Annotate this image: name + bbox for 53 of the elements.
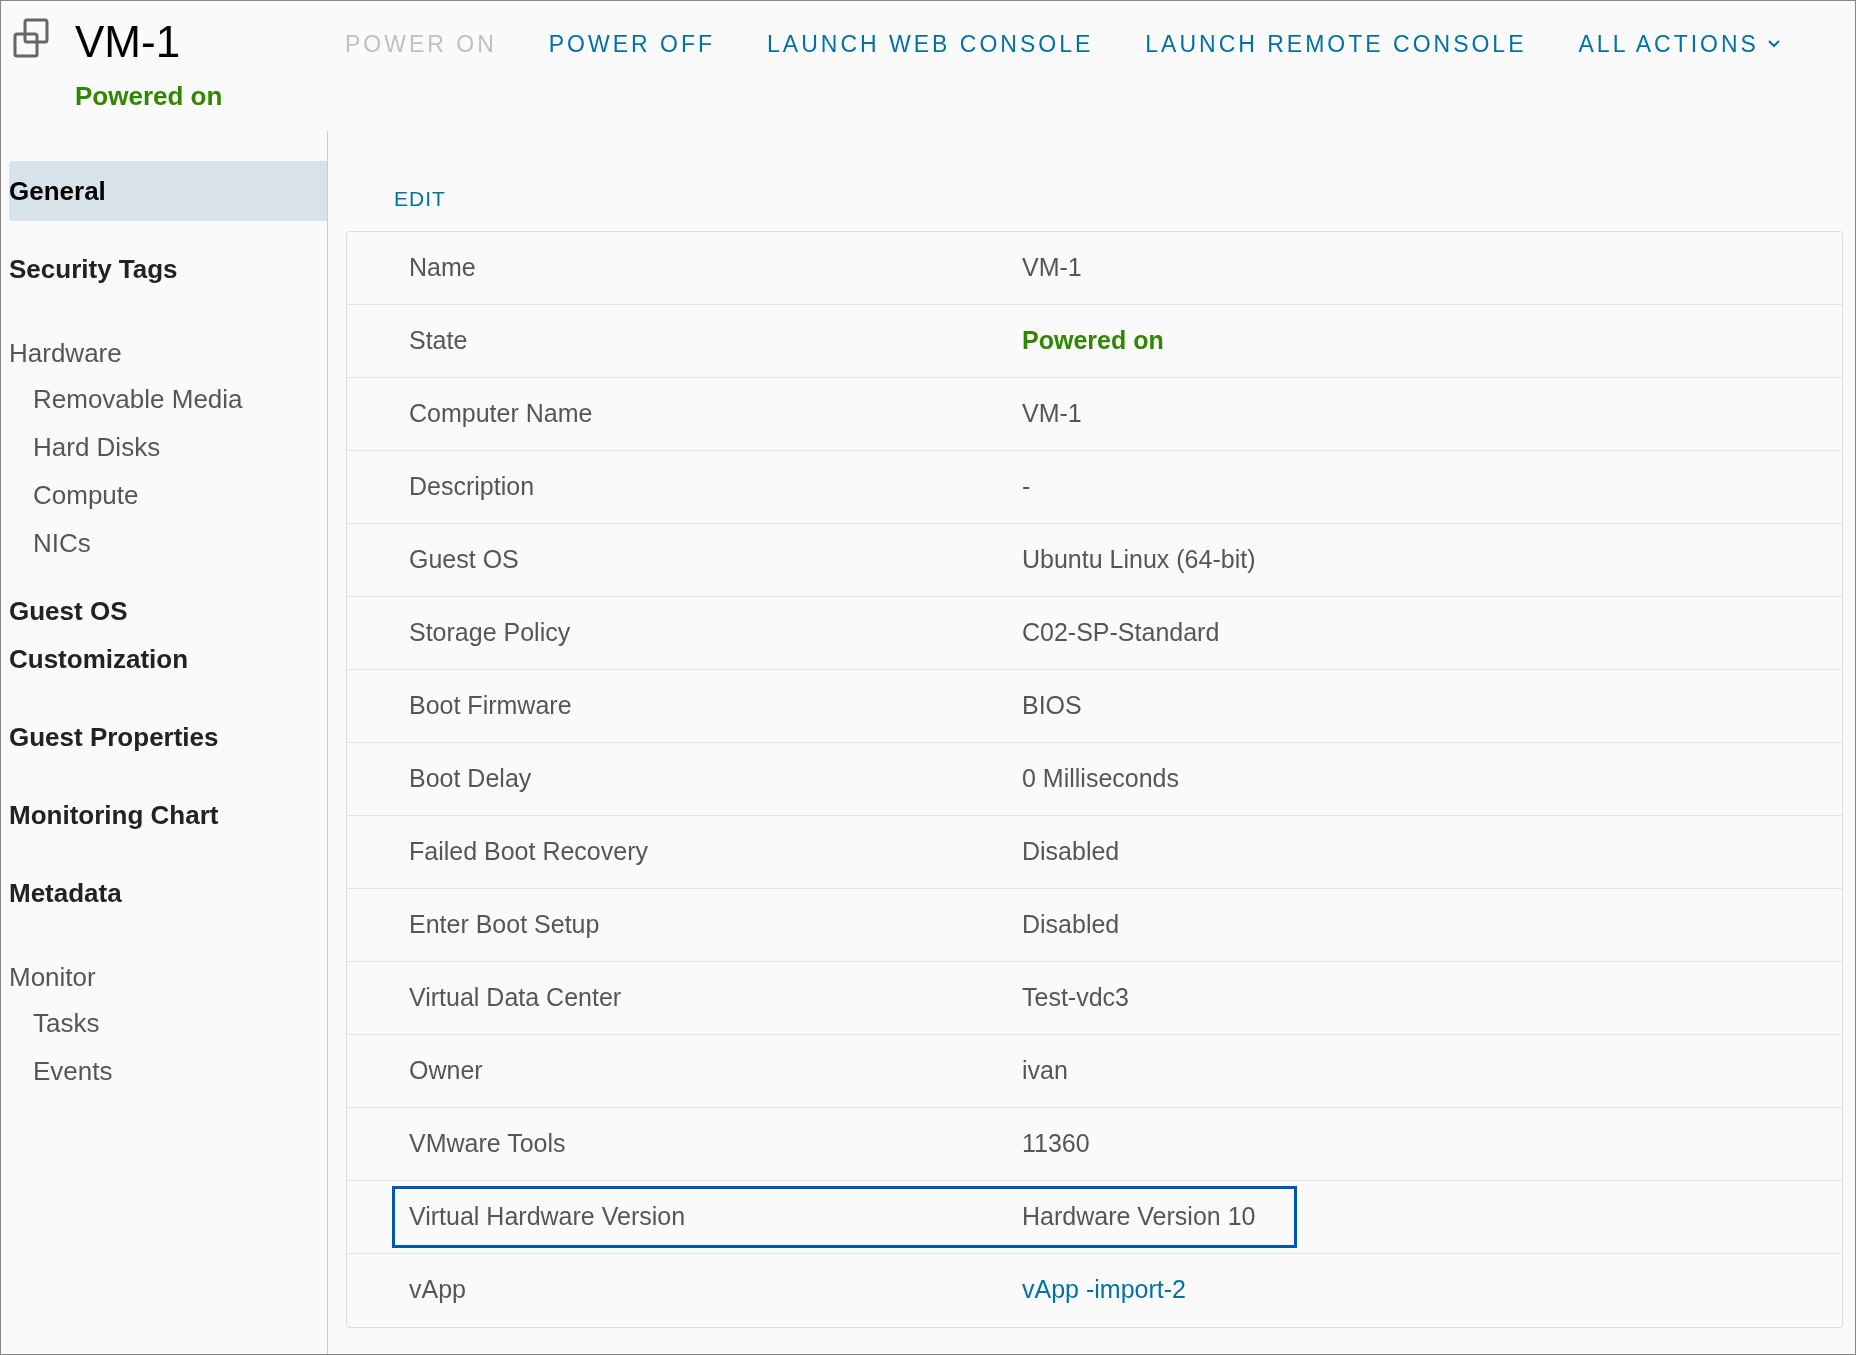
sidebar-item[interactable]: Guest Properties [9,707,327,767]
property-label: VMware Tools [409,1127,567,1159]
property-label: Computer Name [409,397,594,429]
vm-icon [11,17,51,59]
property-label: Enter Boot Setup [409,908,601,940]
sidebar-subitem[interactable]: Removable Media [9,375,327,423]
sidebar-subitem[interactable]: NICs [9,519,327,567]
property-value: BIOS [1022,689,1082,721]
sidebar-item[interactable]: Monitoring Chart [9,785,327,845]
property-value: ivan [1022,1054,1068,1086]
property-label: Description [409,470,536,502]
property-value: VM-1 [1022,251,1082,283]
property-label: Virtual Data Center [409,981,623,1013]
property-value: Powered on [1022,324,1164,356]
property-label: Name [409,251,477,283]
property-value: Ubuntu Linux (64-bit) [1022,543,1256,575]
vm-title: VM-1 [75,17,182,67]
sidebar-subitem[interactable]: Compute [9,471,327,519]
power-status: Powered on [75,80,224,113]
sidebar-item[interactable]: General [9,161,327,221]
sidebar-item[interactable]: Security Tags [9,239,327,299]
property-label: Guest OS [409,543,520,575]
property-value: Disabled [1022,908,1120,940]
property-value: 0 Milliseconds [1022,762,1179,794]
sidebar-section-label: Monitor [9,960,97,994]
edit-link[interactable]: EDIT [394,183,446,215]
property-label: Owner [409,1054,484,1086]
property-value: C02-SP-Standard [1022,616,1220,648]
property-value: Hardware Version 10 [1022,1200,1256,1232]
property-label: Virtual Hardware Version [409,1200,687,1232]
sidebar-item[interactable]: Metadata [9,863,327,923]
sidebar-item[interactable]: Guest OS Customization [9,581,327,689]
sidebar-subitem[interactable]: Events [9,1047,327,1095]
property-value: Test-vdc3 [1022,981,1129,1013]
sidebar-subitem[interactable]: Hard Disks [9,423,327,471]
property-value: - [1022,470,1031,502]
caret-icon [1766,39,1781,50]
property-value: VM-1 [1022,397,1082,429]
property-label: Storage Policy [409,616,572,648]
property-label: State [409,324,469,356]
sidebar-subitem[interactable]: Tasks [9,999,327,1047]
property-value: Disabled [1022,835,1120,867]
property-label: Boot Delay [409,762,533,794]
property-label: Failed Boot Recovery [409,835,649,867]
action-button[interactable]: LAUNCH WEB CONSOLE [767,27,1094,62]
property-value: 11360 [1022,1127,1090,1159]
sidebar-section-label: Hardware [9,336,123,370]
property-label: Boot Firmware [409,689,573,721]
property-label: vApp [409,1274,467,1306]
actions-menu-button[interactable]: ALL ACTIONS [1578,27,1781,62]
action-button[interactable]: LAUNCH REMOTE CONSOLE [1145,27,1527,62]
property-link[interactable]: vApp -import-2 [1022,1271,1186,1309]
action-button[interactable]: POWER OFF [548,27,716,62]
